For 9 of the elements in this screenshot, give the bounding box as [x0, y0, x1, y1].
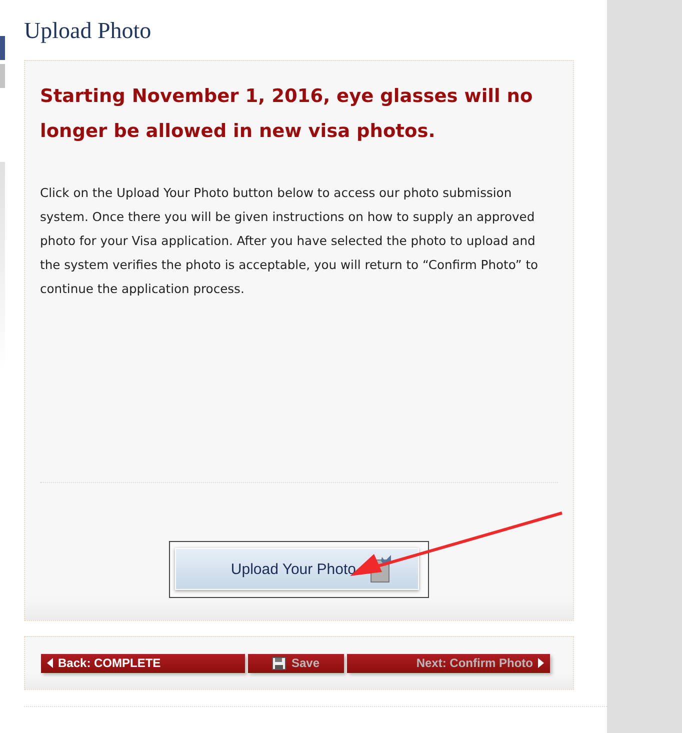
- left-caret-icon: [47, 658, 53, 668]
- right-caret-icon: [538, 658, 544, 668]
- sidebar-tab[interactable]: [0, 36, 5, 60]
- back-button[interactable]: Back: COMPLETE: [41, 654, 245, 672]
- sidebar-tab[interactable]: [0, 64, 5, 88]
- upload-button[interactable]: Upload Your Photo: [175, 548, 419, 590]
- notice-text: Starting November 1, 2016, eye glasses will no longer be allowed in new visa photos.: [40, 85, 534, 144]
- instructions-text: Click on the Upload Your Photo button below to access our photo submission system. Once there you will be given instructions on how to supply an approved photo for your Visa application. After you have selected the photo to upload and the system verifies the photo is acceptable, you will return to “Confirm Photo” to continue the application process.: [40, 185, 540, 298]
- page-title: Upload Photo: [24, 18, 152, 44]
